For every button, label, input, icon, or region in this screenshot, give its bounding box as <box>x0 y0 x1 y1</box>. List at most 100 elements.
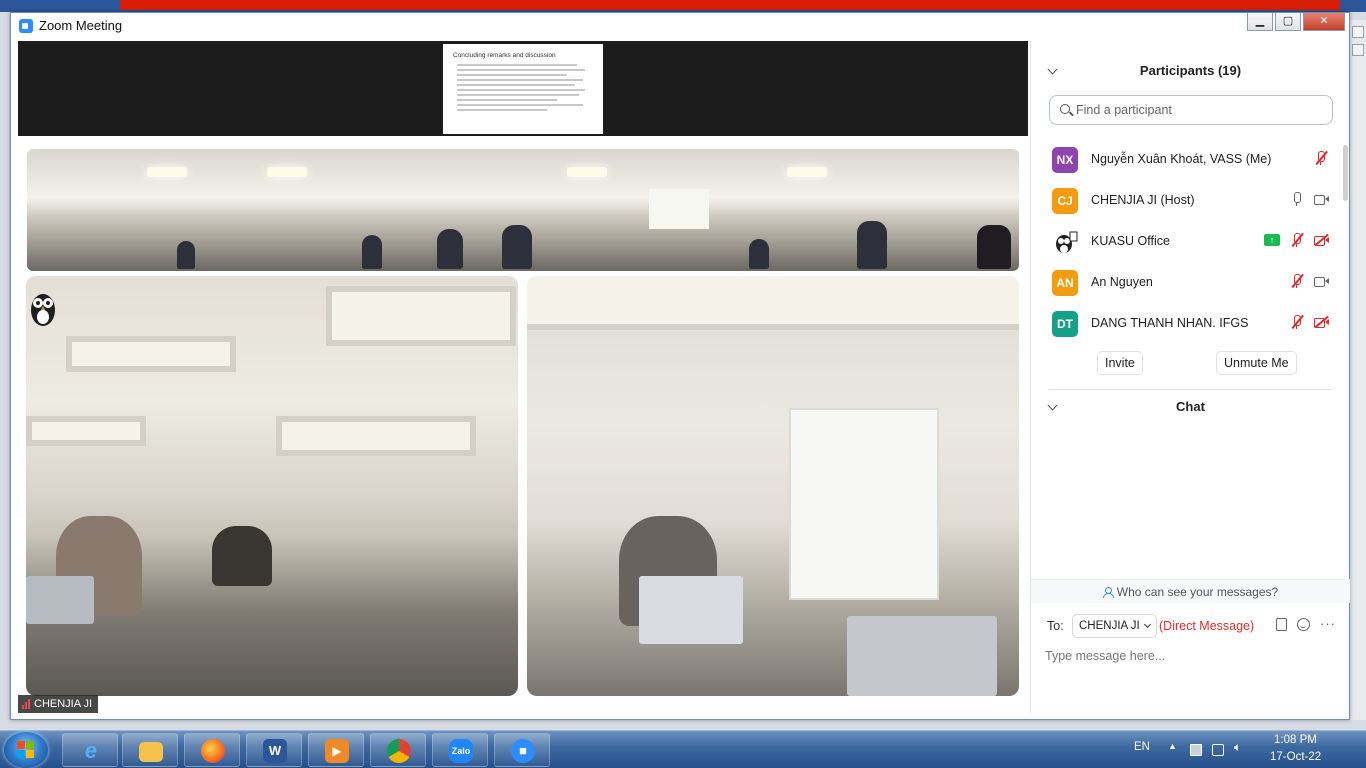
camera-off-icon[interactable] <box>1314 233 1329 247</box>
background-strip-icon <box>1352 26 1364 38</box>
screen-share-strip[interactable]: Concluding remarks and discussion <box>18 41 1028 136</box>
zoom-meeting-window: Zoom Meeting ▁ ▢ ✕ Concluding remarks an… <box>10 12 1350 720</box>
participants-header: Participants (19) <box>1031 55 1350 87</box>
participant-name: An Nguyen <box>1091 275 1153 289</box>
slide-text-line <box>457 104 583 106</box>
slide-title: Concluding remarks and discussion <box>453 52 556 59</box>
camera-icon[interactable] <box>1314 274 1329 288</box>
mic-muted-icon[interactable] <box>1290 232 1304 247</box>
more-options-icon[interactable]: ··· <box>1320 617 1336 631</box>
participant-row[interactable]: NX Nguyễn Xuân Khoát, VASS (Me) <box>1031 139 1350 180</box>
projection-screen <box>649 189 709 229</box>
firefox-icon <box>201 739 225 763</box>
slide-text-line <box>457 89 585 91</box>
mic-muted-icon[interactable] <box>1290 273 1304 288</box>
clock-date[interactable]: 17-Oct-22 <box>1270 751 1321 763</box>
word-icon: W <box>263 739 287 763</box>
maximize-button[interactable]: ▢ <box>1275 13 1301 31</box>
system-tray: EN ▲ 🔈︎ 1:08 PM 17-Oct-22 <box>1126 731 1366 768</box>
network-icon[interactable] <box>1212 744 1224 756</box>
participant-list-scrollbar[interactable] <box>1343 145 1348 201</box>
background-scroll-strip <box>1348 20 1366 720</box>
attendee-figure <box>437 229 463 269</box>
chat-message-input[interactable] <box>1045 645 1335 667</box>
recipient-dropdown[interactable]: CHENJIA JI <box>1072 614 1157 638</box>
search-icon <box>1060 104 1070 114</box>
participant-row[interactable]: DT DANG THANH NHAN. IFGS <box>1031 303 1350 344</box>
chat-header: Chat <box>1031 391 1350 423</box>
active-speaker-name-tag: CHENJIA JI <box>18 695 99 713</box>
chat-tools: ··· <box>1276 617 1336 631</box>
section-divider <box>1049 389 1332 390</box>
to-label: To: <box>1047 619 1064 633</box>
slide-text-line <box>457 99 557 101</box>
participant-row[interactable]: AN An Nguyen <box>1031 262 1350 303</box>
video-tile-left[interactable] <box>26 276 518 696</box>
window-title: Zoom Meeting <box>39 18 123 33</box>
slide-text-line <box>457 79 583 81</box>
attendee-figure <box>362 235 382 269</box>
attendee-figure <box>977 225 1011 269</box>
action-center-icon[interactable] <box>1190 744 1202 756</box>
participant-search-box[interactable] <box>1049 95 1333 125</box>
video-tile-right[interactable] <box>527 276 1019 696</box>
slide-text-line <box>457 84 575 86</box>
file-icon[interactable] <box>1276 618 1287 631</box>
mic-muted-icon[interactable] <box>1290 314 1304 329</box>
shared-slide-thumbnail[interactable]: Concluding remarks and discussion <box>443 44 603 134</box>
taskbar-chrome[interactable] <box>370 733 426 767</box>
panorama-video-tile[interactable] <box>27 149 1019 271</box>
chrome-icon <box>387 739 411 763</box>
taskbar-internet-explorer[interactable]: e <box>62 733 118 767</box>
participant-row[interactable]: KUASU Office ↑ <box>1031 221 1350 262</box>
person-icon <box>1102 587 1114 598</box>
screen-share-icon: ↑ <box>1264 234 1280 246</box>
slide-text-line <box>457 109 547 111</box>
mic-icon[interactable] <box>1290 192 1304 206</box>
participant-name: Nguyễn Xuân Khoát, VASS (Me) <box>1091 152 1272 166</box>
invite-button[interactable]: Invite <box>1097 351 1143 375</box>
taskbar-firefox[interactable] <box>184 733 240 767</box>
window-controls: ▁ ▢ ✕ <box>1247 13 1345 31</box>
ceiling-light <box>267 167 307 177</box>
avatar: CJ <box>1052 188 1078 214</box>
language-indicator[interactable]: EN <box>1134 741 1150 753</box>
taskbar-zoom[interactable]: ■ <box>494 733 550 767</box>
ceiling-light <box>567 167 607 177</box>
chat-recipient-row: To: CHENJIA JI (Direct Message) ··· <box>1031 611 1350 641</box>
start-button[interactable] <box>4 732 48 768</box>
taskbar-file-explorer[interactable] <box>122 733 178 767</box>
participant-status-icons <box>1290 273 1329 288</box>
volume-icon[interactable]: 🔈︎ <box>1234 740 1241 755</box>
unmute-me-button[interactable]: Unmute Me <box>1216 351 1297 375</box>
close-button[interactable]: ✕ <box>1303 13 1345 31</box>
mic-muted-icon[interactable] <box>1314 150 1328 165</box>
participant-search-input[interactable] <box>1076 101 1326 119</box>
minimize-button[interactable]: ▁ <box>1247 13 1273 31</box>
video-gallery <box>18 136 1028 713</box>
whiteboard <box>789 408 939 600</box>
zoom-logo-icon <box>19 19 33 33</box>
window-titlebar[interactable]: Zoom Meeting ▁ ▢ ✕ <box>11 13 1349 39</box>
owl-logo-icon <box>31 294 55 326</box>
taskbar-media-player[interactable]: ▶ <box>308 733 364 767</box>
avatar: AN <box>1052 270 1078 296</box>
who-can-see-messages-link[interactable]: Who can see your messages? <box>1031 579 1350 603</box>
ceiling-panel <box>326 286 516 346</box>
camera-icon[interactable] <box>1314 192 1329 206</box>
chevron-down-icon <box>1143 620 1151 629</box>
taskbar-zalo[interactable]: Zalo <box>432 733 488 767</box>
taskbar-word[interactable]: W <box>246 733 302 767</box>
slide-text-line <box>457 64 577 66</box>
recipient-value: CHENJIA JI <box>1079 620 1140 632</box>
participant-row[interactable]: CJ CHENJIA JI (Host) <box>1031 180 1350 221</box>
participant-status-icons <box>1290 314 1329 329</box>
camera-off-icon[interactable] <box>1314 315 1329 329</box>
attendee-figure <box>502 225 532 269</box>
emoji-icon[interactable] <box>1297 618 1310 631</box>
direct-message-label: (Direct Message) <box>1159 619 1255 633</box>
laptop <box>639 576 743 644</box>
clock-time[interactable]: 1:08 PM <box>1274 734 1317 746</box>
tray-expand-icon[interactable]: ▲ <box>1168 741 1177 751</box>
laptop <box>847 616 997 696</box>
